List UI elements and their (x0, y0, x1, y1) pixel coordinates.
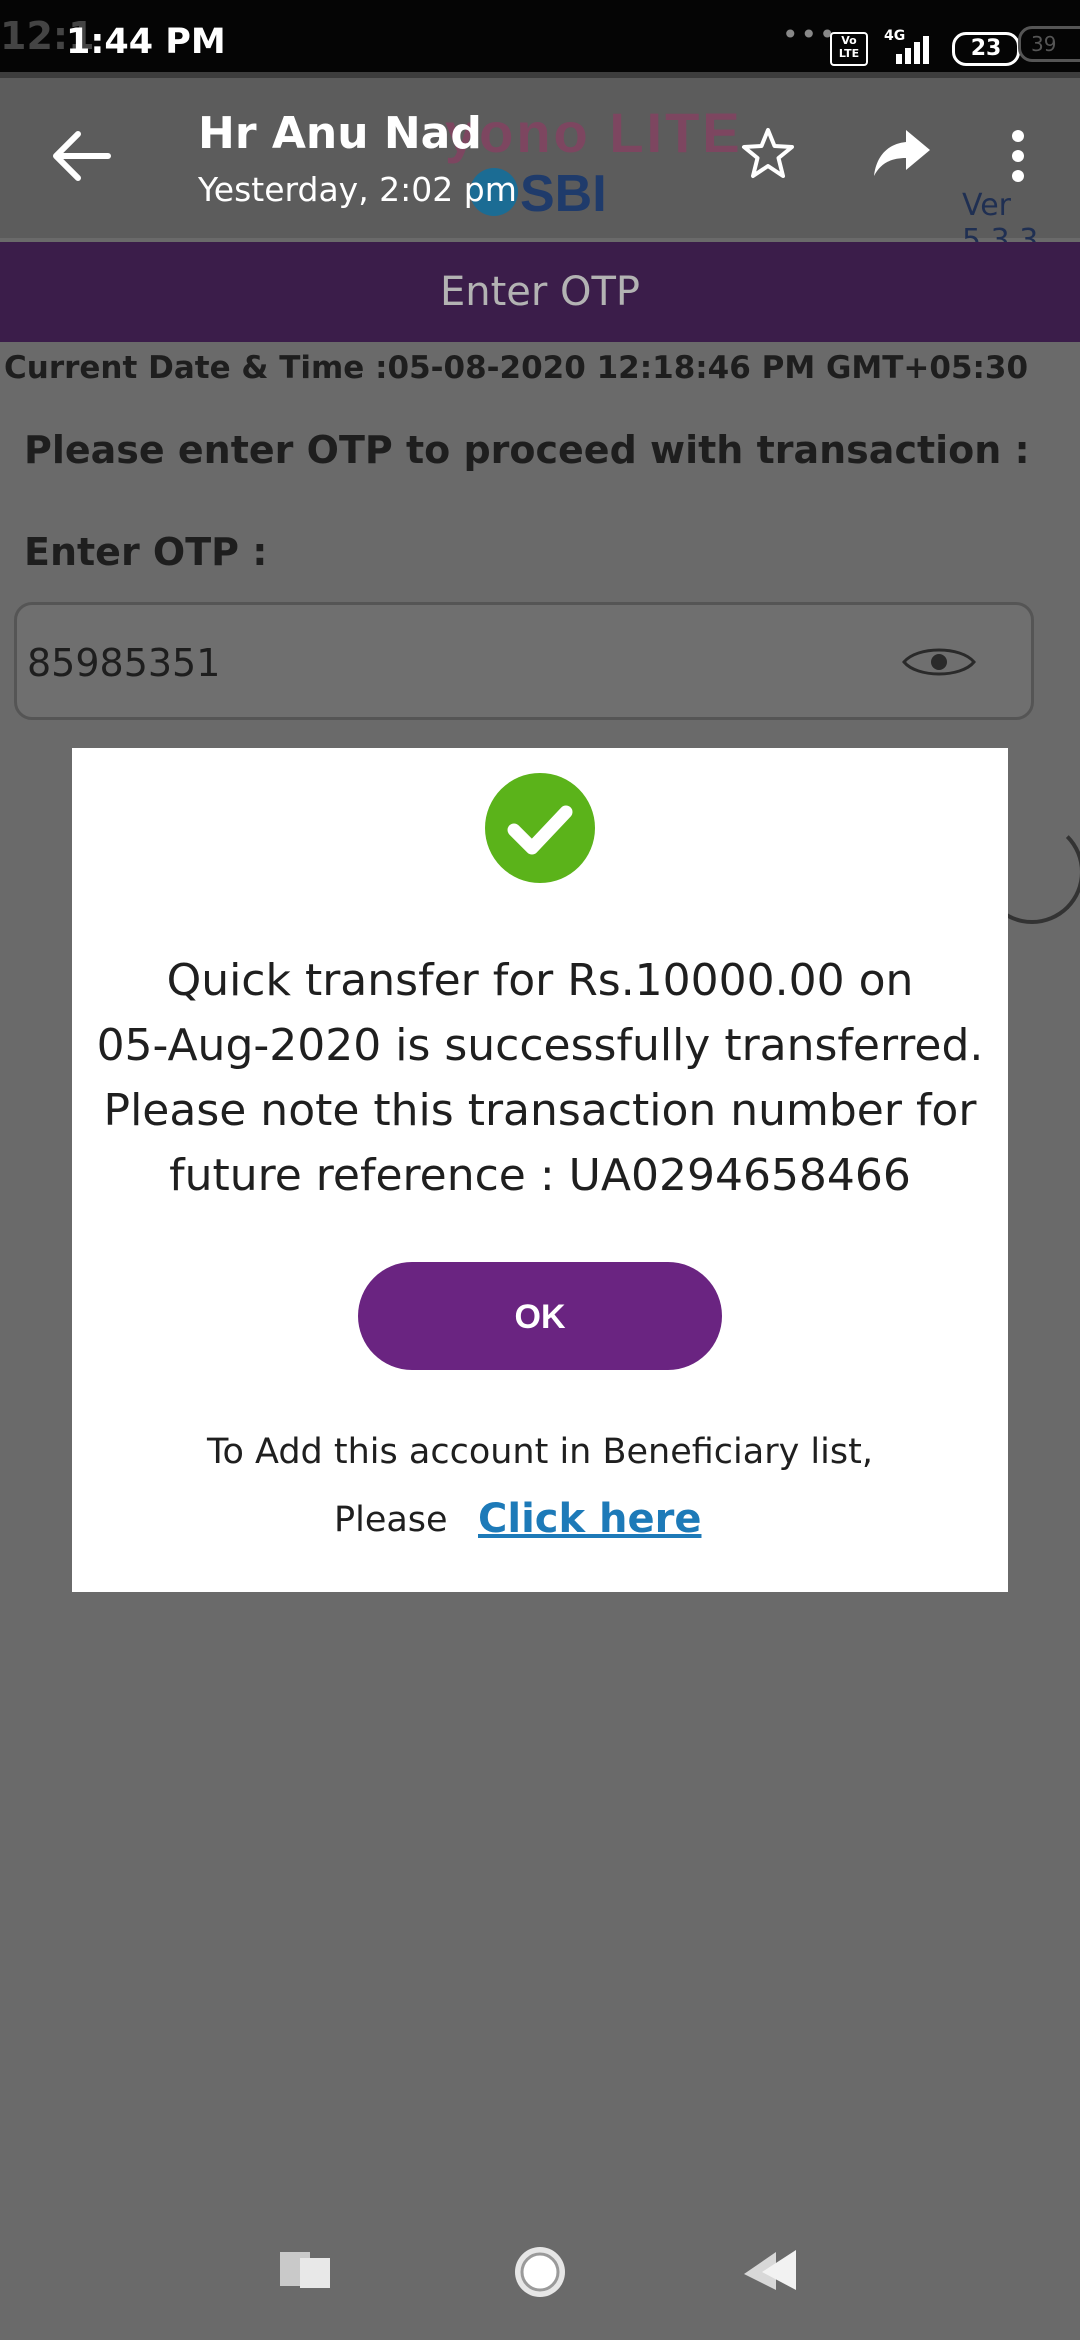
message-timestamp: Yesterday, 2:02 pm (198, 170, 517, 209)
page-title: Enter OTP (0, 242, 1080, 342)
current-datetime: Current Date & Time :05-08-2020 12:18:46… (4, 350, 1029, 386)
battery-ghost: 39 (1018, 26, 1080, 62)
message-line: Please note this transaction number for (103, 1085, 977, 1136)
click-here-link[interactable]: Click here (478, 1496, 701, 1542)
otp-value: 85985351 (27, 641, 221, 685)
message-line: Quick transfer for Rs.10000.00 on (166, 955, 914, 1006)
ok-button[interactable]: OK (358, 1262, 722, 1370)
sbi-logo: SBI (520, 165, 607, 223)
volte-icon: Vo LTE (830, 32, 868, 66)
network-type: 4G (884, 28, 906, 44)
otp-instruction: Please enter OTP to proceed with transac… (24, 428, 1030, 472)
otp-label: Enter OTP : (24, 530, 268, 574)
success-dialog: Quick transfer for Rs.10000.00 on 05-Aug… (72, 748, 1008, 1592)
check-circle-icon (485, 773, 595, 883)
yono-logo: yono LITE (445, 101, 743, 164)
message-line: future reference : UA0294658466 (169, 1150, 911, 1201)
otp-field[interactable]: 85985351 (14, 602, 1034, 720)
status-time: 1:44 PM (66, 22, 226, 62)
arrow-left-icon[interactable] (48, 130, 112, 182)
please-text: Please (334, 1500, 448, 1540)
status-bar: 12:1 1:44 PM ••• Vo LTE 4G 23 39 (0, 0, 1080, 72)
contact-name: Hr Anu Nad (198, 108, 482, 159)
viewer-app-bar: yono LITE SBI Ver 5.3.3 Hr Anu Nad Yeste… (0, 72, 1080, 258)
home-icon[interactable] (512, 2244, 568, 2300)
battery-icon: 23 (952, 32, 1020, 66)
star-icon[interactable] (740, 126, 796, 182)
add-beneficiary-text: To Add this account in Beneficiary list, (207, 1432, 873, 1472)
message-line: 05-Aug-2020 is successfully transferred. (96, 1020, 984, 1071)
eye-icon[interactable] (901, 643, 977, 681)
back-icon[interactable] (740, 2248, 800, 2292)
share-icon[interactable] (872, 128, 932, 178)
more-options-icon[interactable] (1000, 126, 1036, 186)
signal-icon: 4G (880, 28, 936, 64)
success-message: Quick transfer for Rs.10000.00 on 05-Aug… (72, 948, 1008, 1208)
recent-apps-icon[interactable] (278, 2250, 334, 2290)
